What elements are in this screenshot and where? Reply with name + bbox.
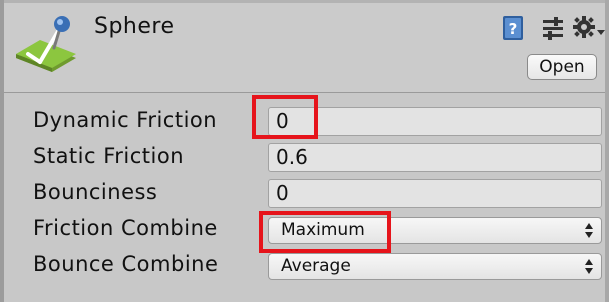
property-row-bounce-combine: Bounce Combine Average — [0, 248, 609, 284]
dropdown-value: Maximum — [281, 220, 365, 240]
bounce-combine-dropdown[interactable]: Average — [268, 253, 602, 280]
dropdown-value: Average — [281, 256, 351, 276]
asset-title: Sphere — [94, 14, 175, 39]
property-label: Static Friction — [33, 144, 185, 168]
property-label: Dynamic Friction — [33, 108, 218, 132]
sliders-icon[interactable] — [539, 14, 567, 42]
dynamic-friction-field[interactable]: 0 — [268, 107, 602, 136]
gear-icon[interactable] — [572, 14, 606, 42]
property-row-friction-combine: Friction Combine Maximum — [0, 212, 609, 248]
svg-text:?: ? — [509, 20, 518, 38]
dropdown-arrows-icon — [585, 259, 593, 274]
property-row-static-friction: Static Friction 0.6 — [0, 140, 609, 176]
inspector-panel: Sphere ? Open Dynamic Friction 0 Static … — [0, 0, 609, 302]
open-button[interactable]: Open — [527, 54, 597, 80]
property-row-dynamic-friction: Dynamic Friction 0 — [0, 104, 609, 140]
physic-material-icon — [16, 16, 76, 72]
property-label: Bounce Combine — [33, 252, 219, 276]
dropdown-arrows-icon — [585, 223, 593, 238]
property-label: Friction Combine — [33, 216, 218, 240]
property-row-bounciness: Bounciness 0 — [0, 176, 609, 212]
friction-combine-dropdown[interactable]: Maximum — [268, 217, 602, 244]
static-friction-field[interactable]: 0.6 — [268, 143, 602, 172]
help-icon[interactable]: ? — [500, 14, 528, 42]
header-divider — [4, 0, 605, 3]
property-label: Bounciness — [33, 180, 158, 204]
bounciness-field[interactable]: 0 — [268, 179, 602, 208]
